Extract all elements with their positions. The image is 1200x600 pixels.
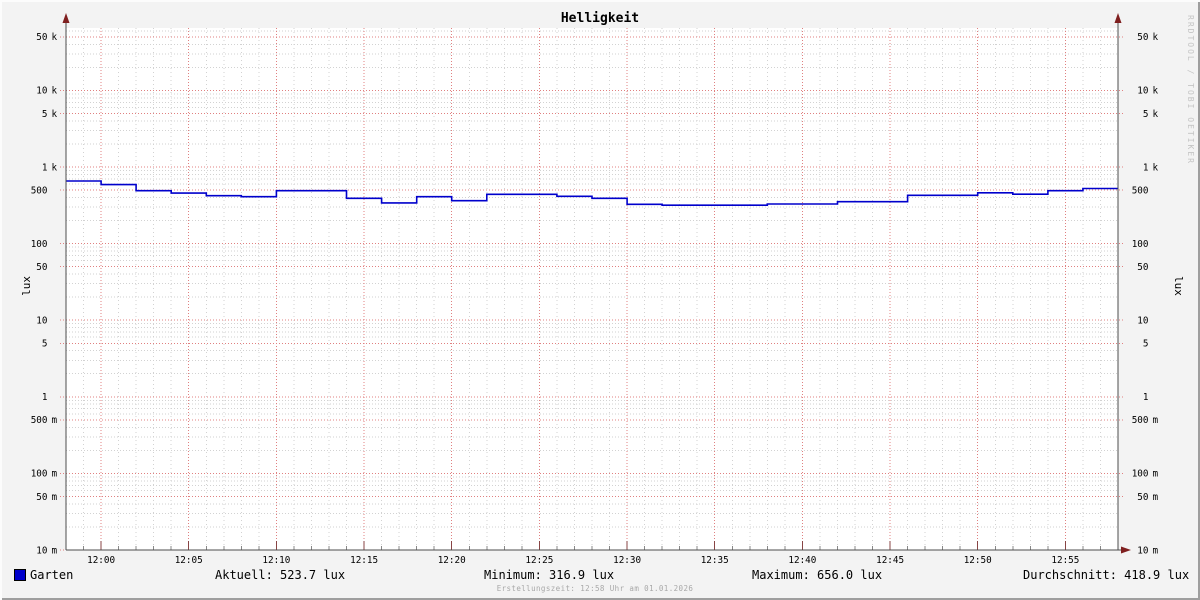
svg-text:5: 5 [1143, 109, 1149, 120]
svg-text:10: 10 [1137, 545, 1148, 556]
svg-text:m: m [1153, 545, 1159, 556]
stat-aktuell: Aktuell: 523.7 lux [215, 568, 346, 582]
svg-text:12:00: 12:00 [87, 555, 115, 566]
stat-maximum: Maximum: 656.0 lux [752, 568, 883, 582]
svg-text:100: 100 [1132, 239, 1149, 250]
svg-text:50: 50 [1137, 262, 1148, 273]
svg-text:10: 10 [36, 86, 47, 97]
svg-text:1: 1 [1143, 162, 1149, 173]
svg-text:100: 100 [1132, 469, 1149, 480]
svg-text:5: 5 [1143, 339, 1149, 350]
svg-text:k: k [1153, 109, 1159, 120]
legend-series-label: Garten [30, 568, 74, 582]
svg-text:k: k [52, 109, 58, 120]
svg-text:m: m [1153, 492, 1159, 503]
svg-text:12:50: 12:50 [964, 555, 992, 566]
svg-text:12:20: 12:20 [438, 555, 466, 566]
svg-text:k: k [1153, 32, 1159, 43]
legend-swatch [14, 569, 26, 581]
svg-text:50: 50 [36, 492, 47, 503]
svg-text:12:10: 12:10 [262, 555, 290, 566]
svg-text:m: m [52, 545, 58, 556]
svg-text:5: 5 [42, 109, 48, 120]
svg-text:50: 50 [36, 32, 47, 43]
svg-text:10: 10 [36, 316, 47, 327]
svg-text:5: 5 [42, 339, 48, 350]
svg-text:50: 50 [1137, 492, 1148, 503]
stat-durchschnitt: Durchschnitt: 418.9 lux [1023, 568, 1190, 582]
svg-text:100: 100 [31, 239, 48, 250]
svg-text:m: m [1153, 415, 1159, 426]
svg-text:500: 500 [1132, 415, 1149, 426]
svg-text:k: k [52, 86, 58, 97]
svg-text:12:25: 12:25 [525, 555, 553, 566]
svg-text:12:35: 12:35 [701, 555, 729, 566]
svg-text:10: 10 [1137, 86, 1148, 97]
svg-text:12:30: 12:30 [613, 555, 641, 566]
creation-time-text: Erstellungszeit: 12:58 Uhr am 01.01.2026 [496, 584, 694, 593]
svg-text:10: 10 [36, 545, 47, 556]
svg-text:500: 500 [1132, 185, 1149, 196]
svg-text:10: 10 [1137, 316, 1148, 327]
svg-text:12:45: 12:45 [876, 555, 904, 566]
svg-text:k: k [1153, 162, 1159, 173]
svg-text:500: 500 [31, 185, 48, 196]
svg-text:50: 50 [36, 262, 47, 273]
stat-minimum: Minimum: 316.9 lux [484, 568, 615, 582]
svg-text:m: m [52, 492, 58, 503]
svg-text:100: 100 [31, 469, 48, 480]
svg-text:1: 1 [1143, 392, 1149, 403]
svg-text:k: k [52, 32, 58, 43]
svg-text:12:55: 12:55 [1051, 555, 1079, 566]
svg-text:1: 1 [42, 162, 48, 173]
svg-text:500: 500 [31, 415, 48, 426]
svg-text:12:05: 12:05 [175, 555, 203, 566]
chart-canvas: 50 k 50 k10 k 10 k5 k 5 k1 k 1 k500 500100 10050 5010 10… [31, 13, 1159, 566]
svg-text:1: 1 [42, 392, 48, 403]
svg-text:m: m [52, 469, 58, 480]
svg-text:m: m [52, 415, 58, 426]
rrdtool-graph: Helligkeit RRDTOOL / TOBI OETIKER lux lu… [0, 0, 1200, 600]
svg-text:12:15: 12:15 [350, 555, 378, 566]
svg-text:50: 50 [1137, 32, 1148, 43]
svg-text:12:40: 12:40 [788, 555, 816, 566]
svg-text:k: k [1153, 86, 1159, 97]
svg-text:k: k [52, 162, 58, 173]
svg-text:m: m [1153, 469, 1159, 480]
